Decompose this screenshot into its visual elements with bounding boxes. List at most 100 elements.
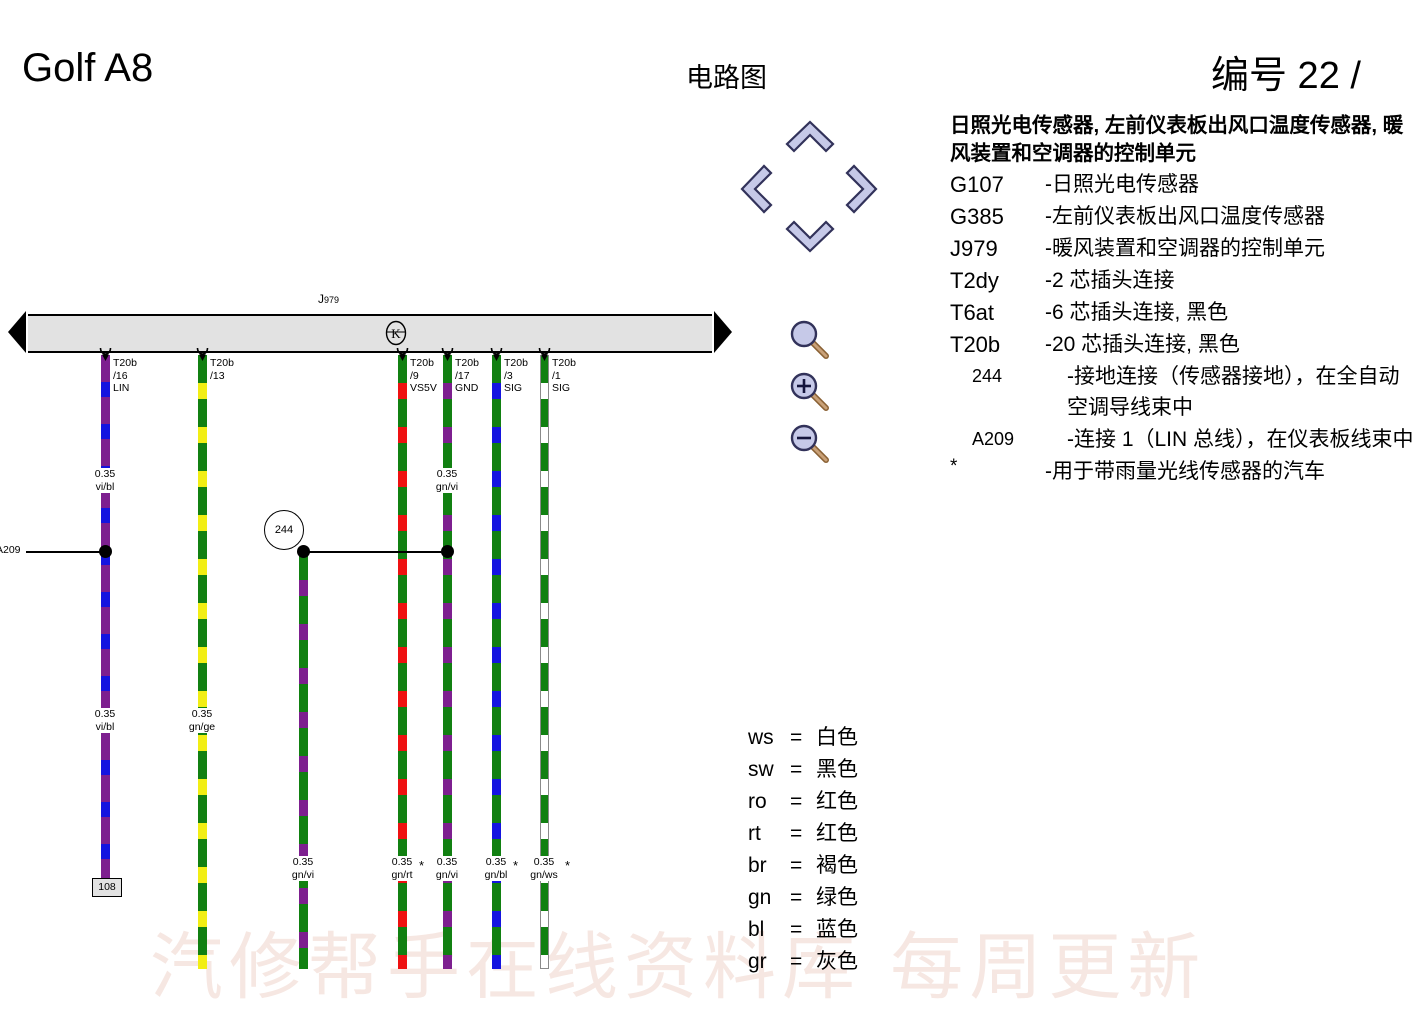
color-key-row: br = 褐色 [748, 849, 858, 881]
color-key-row: gn = 绿色 [748, 881, 858, 913]
color-name: 绿色 [816, 886, 858, 909]
legend-entry-desc: -接地连接（传感器接地），在全自动空调导线束中 [1067, 365, 1400, 419]
optional-marker-asterisk: * [513, 858, 519, 873]
pin-arrow-t20b-16 [99, 347, 112, 362]
magnifier-minus-icon[interactable] [786, 420, 832, 466]
sheet-number: 编号 22 / [1211, 55, 1361, 97]
wire-pin-label-5: T20b/17 GND [455, 357, 479, 395]
legend-entry-desc: -6 芯插头连接, 黑色 [1045, 301, 1229, 324]
wire-gn-ge [198, 355, 207, 969]
chevron-down-icon[interactable] [783, 215, 837, 255]
control-unit-symbol-icon: K [383, 320, 409, 346]
diagram-type-title: 电路图 [686, 63, 767, 93]
junction-dot-244 [297, 545, 310, 558]
legend-entry: G107 -日照光电传感器 [950, 169, 1419, 200]
color-name: 白色 [816, 726, 858, 749]
color-key-row: gr = 灰色 [748, 945, 858, 977]
junction-dot-gnd [441, 545, 454, 558]
equals-sign: = [790, 758, 803, 781]
color-abbr: bl [748, 918, 765, 941]
equals-sign: = [790, 790, 803, 813]
legend-entry-desc: -用于带雨量光线传感器的汽车 [1045, 460, 1325, 483]
color-abbr: br [748, 854, 767, 877]
connection-label-a209: A209 [0, 544, 21, 556]
color-name: 蓝色 [816, 918, 858, 941]
connection-line-244 [303, 551, 449, 553]
optional-marker-asterisk: * [419, 858, 425, 873]
junction-dot-a209 [99, 545, 112, 558]
legend-entry: J979 -暖风装置和空调器的控制单元 [950, 233, 1419, 264]
splice-point-244: 244 [264, 510, 304, 550]
chevron-right-icon[interactable] [840, 162, 880, 216]
legend-entry-code: G385 [950, 204, 1004, 229]
control-unit-label: J979 [318, 292, 340, 306]
chevron-up-icon[interactable] [783, 118, 837, 158]
color-name: 红色 [816, 822, 858, 845]
legend-entry: T6at -6 芯插头连接, 黑色 [950, 297, 1419, 328]
wire-pin-label-2: T20b/13 [210, 357, 234, 382]
color-abbr: gn [748, 886, 772, 909]
legend-entry-code: * [950, 456, 958, 477]
legend-entry-code: A209 [972, 429, 1015, 449]
equals-sign: = [790, 726, 803, 749]
equals-sign: = [790, 950, 803, 973]
legend-entry: 244 -接地连接（传感器接地），在全自动空调导线束中 [950, 361, 1419, 423]
color-abbr: gr [748, 950, 767, 973]
equals-sign: = [790, 822, 803, 845]
wire-pin-label-1: T20b/16 LIN [113, 357, 137, 395]
legend-entry-code: J979 [950, 236, 998, 261]
legend-entry-code: T2dy [950, 268, 999, 293]
legend-entry-code: 244 [972, 366, 1003, 386]
wire-gauge-label-3: 0.35 gn/vi [273, 856, 333, 881]
reference-box-108: 108 [92, 878, 122, 897]
color-key-row: rt = 红色 [748, 817, 858, 849]
magnifier-plus-icon[interactable] [786, 368, 832, 414]
legend-entry-code: G107 [950, 172, 1004, 197]
color-name: 灰色 [816, 950, 858, 973]
color-abbr: rt [748, 822, 761, 845]
legend-entry: T20b -20 芯插头连接, 黑色 [950, 329, 1419, 360]
legend-entry-desc: -20 芯插头连接, 黑色 [1045, 333, 1240, 356]
wire-gauge-label-1-top: 0.35 vi/bl [75, 468, 135, 493]
color-name: 红色 [816, 790, 858, 813]
wire-vi-bl-lin [101, 355, 110, 878]
wire-gn-vi-ground [299, 552, 308, 969]
color-abbr: sw [748, 758, 774, 781]
color-key-row: bl = 蓝色 [748, 913, 858, 945]
control-unit-body [28, 314, 712, 353]
page-title: Golf A8 [22, 46, 154, 90]
wire-pin-label-6: T20b/3 SIG [504, 357, 528, 395]
continuation-arrow-left-icon [8, 311, 28, 353]
svg-text:K: K [391, 326, 401, 341]
pin-arrow-t20b-3 [490, 347, 503, 362]
color-key-row: ro = 红色 [748, 785, 858, 817]
pin-arrow-t20b-13 [196, 347, 209, 362]
equals-sign: = [790, 918, 803, 941]
legend-entry: * -用于带雨量光线传感器的汽车 [950, 456, 1419, 487]
wire-gauge-label-1-bottom: 0.35 vi/bl [75, 708, 135, 733]
color-key-row: sw = 黑色 [748, 753, 858, 785]
legend-entry-desc: -暖风装置和空调器的控制单元 [1045, 237, 1325, 260]
legend-entry: G385 -左前仪表板出风口温度传感器 [950, 201, 1419, 232]
color-name: 黑色 [816, 758, 858, 781]
legend-panel: 日照光电传感器, 左前仪表板出风口温度传感器, 暖风装置和空调器的控制单元 G1… [950, 112, 1419, 487]
legend-entry: T2dy -2 芯插头连接 [950, 265, 1419, 296]
wire-pin-label-4: T20b/9 VS5V [410, 357, 437, 395]
magnifier-icon[interactable] [786, 316, 832, 362]
continuation-arrow-right-icon [712, 311, 732, 353]
color-key-row: ws = 白色 [748, 721, 858, 753]
legend-entry-desc: -2 芯插头连接 [1045, 269, 1175, 292]
legend-entry: A209 -连接 1（LIN 总线），在仪表板线束中 [950, 424, 1419, 455]
wire-color-key: ws = 白色 sw = 黑色 ro = 红色 rt = 红色 br = 褐色 gn = 绿色 bl = 蓝色 gr = 灰色 [748, 721, 858, 977]
color-abbr: ro [748, 790, 767, 813]
chevron-left-icon[interactable] [738, 162, 778, 216]
legend-rows: G107 -日照光电传感器 G385 -左前仪表板出风口温度传感器 J979 -暖风装置和… [950, 169, 1419, 487]
legend-entry-desc: -日照光电传感器 [1045, 173, 1199, 196]
legend-entry-desc: -左前仪表板出风口温度传感器 [1045, 205, 1325, 228]
wire-gauge-label-2: 0.35 gn/ge [172, 708, 232, 733]
equals-sign: = [790, 886, 803, 909]
legend-entry-code: T20b [950, 332, 1001, 357]
color-name: 褐色 [816, 854, 858, 877]
pin-arrow-t20b-17 [441, 347, 454, 362]
equals-sign: = [790, 854, 803, 877]
